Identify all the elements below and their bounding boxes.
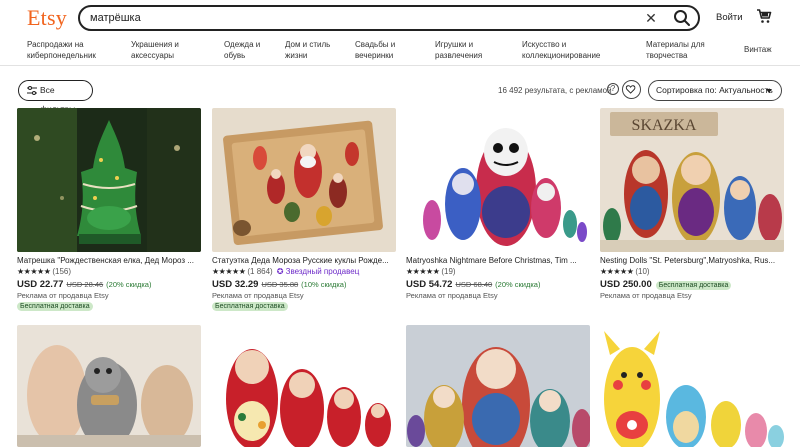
listing-rating: ★★★★★ (1 864) ✪ Звездный продавец — [212, 267, 359, 276]
nav-item-art[interactable]: Искусство и коллекционирование — [522, 40, 607, 61]
review-count: (1 864) — [247, 267, 273, 276]
price-line: USD 250.00 Бесплатная доставка — [600, 279, 732, 290]
listing-photo — [17, 108, 201, 252]
free-shipping-badge: Бесплатная доставка — [212, 302, 288, 311]
header: Etsy ✕ Войти — [0, 0, 800, 36]
listing-card[interactable]: SKAZKA Nesting Dolls "St. Petersburg",Ma… — [600, 108, 784, 313]
ad-label: Реклама от продавца Etsy — [212, 291, 304, 300]
price-line: USD 32.29 USD 35.88 (10% скидка) — [212, 279, 346, 290]
nav-item-clothing[interactable]: Одежда и обувь — [224, 40, 269, 61]
listing-card[interactable] — [212, 325, 396, 447]
sort-dropdown[interactable]: Сортировка по: Актуальность — [648, 80, 782, 101]
category-nav: Распродажи на киберпонедельник Украшения… — [0, 36, 800, 66]
listing-image[interactable]: SKAZKA — [600, 108, 784, 252]
discount-label: (10% скидка) — [301, 280, 347, 289]
listing-image[interactable] — [17, 108, 201, 252]
listing-photo — [406, 325, 590, 447]
all-filters-button[interactable]: Все фильтры — [18, 80, 93, 114]
discount-label: (20% скидка) — [495, 280, 541, 289]
listing-price: USD 54.72 — [406, 279, 453, 290]
search-bar: ✕ — [78, 5, 700, 31]
listing-title[interactable]: Матрешка "Рождественская елка, Дед Мороз… — [17, 256, 201, 265]
listing-rating: ★★★★★ (19) — [406, 267, 456, 276]
free-shipping-badge: Бесплатная доставка — [17, 302, 93, 311]
listing-price: USD 22.77 — [17, 279, 64, 290]
clear-search-icon[interactable]: ✕ — [642, 9, 660, 27]
nav-item-toys[interactable]: Игрушки и развлечения — [435, 40, 500, 61]
nav-item-weddings[interactable]: Свадьбы и вечеринки — [355, 40, 405, 61]
ad-label: Реклама от продавца Etsy — [17, 291, 109, 300]
listing-title[interactable]: Matryoshka Nightmare Before Christmas, T… — [406, 256, 590, 265]
save-search-button[interactable] — [622, 80, 641, 99]
discount-label: (20% скидка) — [106, 280, 152, 289]
listing-price: USD 250.00 — [600, 279, 652, 290]
rating-stars: ★★★★★ — [212, 267, 246, 276]
listing-photo: SKAZKA — [600, 108, 784, 252]
rating-stars: ★★★★★ — [17, 267, 51, 276]
star-seller-badge: ✪ Звездный продавец — [276, 267, 360, 276]
price-line: USD 22.77 USD 28.46 (20% скидка) — [17, 279, 151, 290]
listing-price: USD 32.29 — [212, 279, 259, 290]
nav-item-supplies[interactable]: Материалы для творчества — [646, 40, 716, 61]
heart-icon — [625, 85, 636, 94]
listing-card[interactable]: Статуэтка Деда Мороза Русские куклы Рожд… — [212, 108, 396, 313]
chevron-down-icon — [766, 89, 772, 93]
cart-icon[interactable] — [756, 8, 772, 24]
nav-item-jewelry[interactable]: Украшения и аксессуары — [131, 40, 201, 61]
nav-item-home[interactable]: Дом и стиль жизни — [285, 40, 335, 61]
listing-photo — [212, 108, 396, 252]
help-icon[interactable]: ? — [607, 83, 619, 95]
listing-image[interactable] — [406, 108, 590, 252]
listing-photo — [17, 325, 201, 447]
listing-image[interactable] — [212, 108, 396, 252]
rating-stars: ★★★★★ — [600, 267, 634, 276]
original-price: USD 28.46 — [66, 280, 104, 289]
signin-link[interactable]: Войти — [716, 12, 743, 23]
listing-title[interactable]: Nesting Dolls "St. Petersburg",Matryoshk… — [600, 256, 784, 265]
sort-label: Сортировка по: Актуальность — [656, 85, 773, 95]
ad-label: Реклама от продавца Etsy — [600, 291, 692, 300]
listing-image[interactable] — [600, 325, 784, 447]
price-line: USD 54.72 USD 68.40 (20% скидка) — [406, 279, 540, 290]
listing-rating: ★★★★★ (10) — [600, 267, 650, 276]
listing-photo — [406, 108, 590, 252]
filters-icon — [27, 86, 37, 95]
listing-rating: ★★★★★ (156) — [17, 267, 71, 276]
original-price: USD 35.88 — [261, 280, 299, 289]
listing-photo — [212, 325, 396, 447]
nav-item-cyber-sales[interactable]: Распродажи на киберпонедельник — [27, 40, 107, 61]
listing-image[interactable] — [17, 325, 201, 447]
original-price: USD 68.40 — [455, 280, 493, 289]
review-count: (10) — [635, 267, 650, 276]
listing-card[interactable]: Matryoshka Nightmare Before Christmas, T… — [406, 108, 590, 313]
search-input[interactable] — [90, 10, 620, 26]
review-count: (156) — [52, 267, 72, 276]
listing-card[interactable] — [17, 325, 201, 447]
listing-photo — [600, 325, 784, 447]
etsy-logo[interactable]: Etsy — [27, 5, 67, 31]
result-count: 16 492 результата, с рекламой — [498, 86, 612, 95]
listing-image[interactable] — [212, 325, 396, 447]
rating-stars: ★★★★★ — [406, 267, 440, 276]
search-icon[interactable] — [672, 8, 692, 28]
listing-title[interactable]: Статуэтка Деда Мороза Русские куклы Рожд… — [212, 256, 396, 265]
nav-item-vintage[interactable]: Винтаж — [744, 45, 784, 56]
review-count: (19) — [441, 267, 456, 276]
listing-card[interactable] — [600, 325, 784, 447]
listing-image[interactable] — [406, 325, 590, 447]
listing-card[interactable] — [406, 325, 590, 447]
skazka-sign: SKAZKA — [632, 117, 697, 134]
free-shipping-badge: Бесплатная доставка — [655, 281, 732, 290]
listing-card[interactable]: Матрешка "Рождественская елка, Дед Мороз… — [17, 108, 201, 313]
ad-label: Реклама от продавца Etsy — [406, 291, 498, 300]
